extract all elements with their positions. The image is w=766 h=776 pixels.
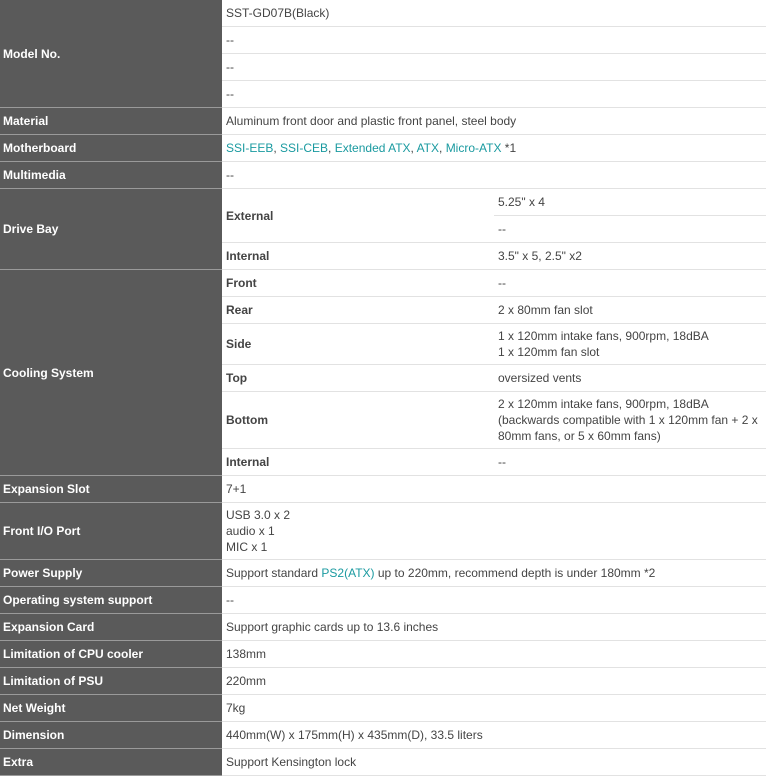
multimedia-value: -- [222, 161, 766, 189]
cooling-rear-value: 2 x 80mm fan slot [494, 296, 766, 324]
label-net-weight: Net Weight [0, 694, 222, 722]
label-power-supply: Power Supply [0, 559, 222, 587]
separator: , [439, 141, 446, 155]
label-os-support: Operating system support [0, 586, 222, 614]
label-expansion-card: Expansion Card [0, 613, 222, 641]
sublabel-rear: Rear [222, 296, 494, 324]
front-io-line-1: USB 3.0 x 2 [226, 508, 291, 522]
model-value-3: -- [222, 53, 766, 81]
label-material: Material [0, 107, 222, 135]
front-io-value: USB 3.0 x 2 audio x 1 MIC x 1 [222, 502, 766, 560]
cooling-bottom-value: 2 x 120mm intake fans, 900rpm, 18dBA (ba… [494, 391, 766, 449]
drive-bay-external-value-2: -- [494, 215, 766, 243]
sublabel-external: External [222, 188, 494, 243]
extra-value: Support Kensington lock [222, 748, 766, 776]
label-motherboard: Motherboard [0, 134, 222, 162]
os-support-value: -- [222, 586, 766, 614]
dimension-value: 440mm(W) x 175mm(H) x 435mm(D), 33.5 lit… [222, 721, 766, 749]
sublabel-internal-cooling: Internal [222, 448, 494, 476]
cooling-front-value: -- [494, 269, 766, 297]
label-drive-bay: Drive Bay [0, 188, 222, 270]
label-multimedia: Multimedia [0, 161, 222, 189]
cooling-top-value: oversized vents [494, 364, 766, 392]
model-value-1: SST-GD07B(Black) [222, 0, 766, 27]
label-expansion-slot: Expansion Slot [0, 475, 222, 503]
spec-table: Model No. SST-GD07B(Black) -- -- -- Mate… [0, 0, 766, 776]
label-psu-limit: Limitation of PSU [0, 667, 222, 695]
model-value-2: -- [222, 26, 766, 54]
label-dimension: Dimension [0, 721, 222, 749]
sublabel-front: Front [222, 269, 494, 297]
expansion-slot-value: 7+1 [222, 475, 766, 503]
power-supply-prefix: Support standard [226, 566, 322, 580]
sublabel-internal-bay: Internal [222, 242, 494, 270]
drive-bay-internal-value: 3.5" x 5, 2.5" x2 [494, 242, 766, 270]
power-supply-suffix: up to 220mm, recommend depth is under 18… [374, 566, 656, 580]
expansion-card-value: Support graphic cards up to 13.6 inches [222, 613, 766, 641]
material-value: Aluminum front door and plastic front pa… [222, 107, 766, 135]
link-extended-atx[interactable]: Extended ATX [335, 141, 411, 155]
link-atx[interactable]: ATX [417, 141, 439, 155]
cooling-side-line-1: 1 x 120mm intake fans, 900rpm, 18dBA [498, 329, 709, 343]
cooling-side-value: 1 x 120mm intake fans, 900rpm, 18dBA 1 x… [494, 323, 766, 365]
separator: , [328, 141, 335, 155]
net-weight-value: 7kg [222, 694, 766, 722]
cooling-side-line-2: 1 x 120mm fan slot [498, 345, 600, 359]
motherboard-value: SSI-EEB, SSI-CEB, Extended ATX, ATX, Mic… [222, 134, 766, 162]
label-front-io: Front I/O Port [0, 502, 222, 560]
front-io-line-3: MIC x 1 [226, 540, 268, 554]
psu-limit-value: 220mm [222, 667, 766, 695]
label-model: Model No. [0, 0, 222, 108]
cooling-bottom-line-2: (backwards compatible with 1 x 120mm fan… [498, 413, 758, 443]
sublabel-bottom: Bottom [222, 391, 494, 449]
cooling-bottom-line-1: 2 x 120mm intake fans, 900rpm, 18dBA [498, 397, 709, 411]
sublabel-side: Side [222, 323, 494, 365]
drive-bay-external-value-1: 5.25" x 4 [494, 188, 766, 216]
cpu-cooler-value: 138mm [222, 640, 766, 668]
link-micro-atx[interactable]: Micro-ATX [446, 141, 502, 155]
link-ssi-ceb[interactable]: SSI-CEB [280, 141, 328, 155]
motherboard-note: *1 [501, 141, 517, 155]
label-cooling: Cooling System [0, 269, 222, 476]
link-ps2-atx[interactable]: PS2(ATX) [321, 566, 374, 580]
label-cpu-cooler: Limitation of CPU cooler [0, 640, 222, 668]
link-ssi-eeb[interactable]: SSI-EEB [226, 141, 273, 155]
model-value-4: -- [222, 80, 766, 108]
front-io-line-2: audio x 1 [226, 524, 275, 538]
power-supply-value: Support standard PS2(ATX) up to 220mm, r… [222, 559, 766, 587]
cooling-internal-value: -- [494, 448, 766, 476]
sublabel-top: Top [222, 364, 494, 392]
label-extra: Extra [0, 748, 222, 776]
